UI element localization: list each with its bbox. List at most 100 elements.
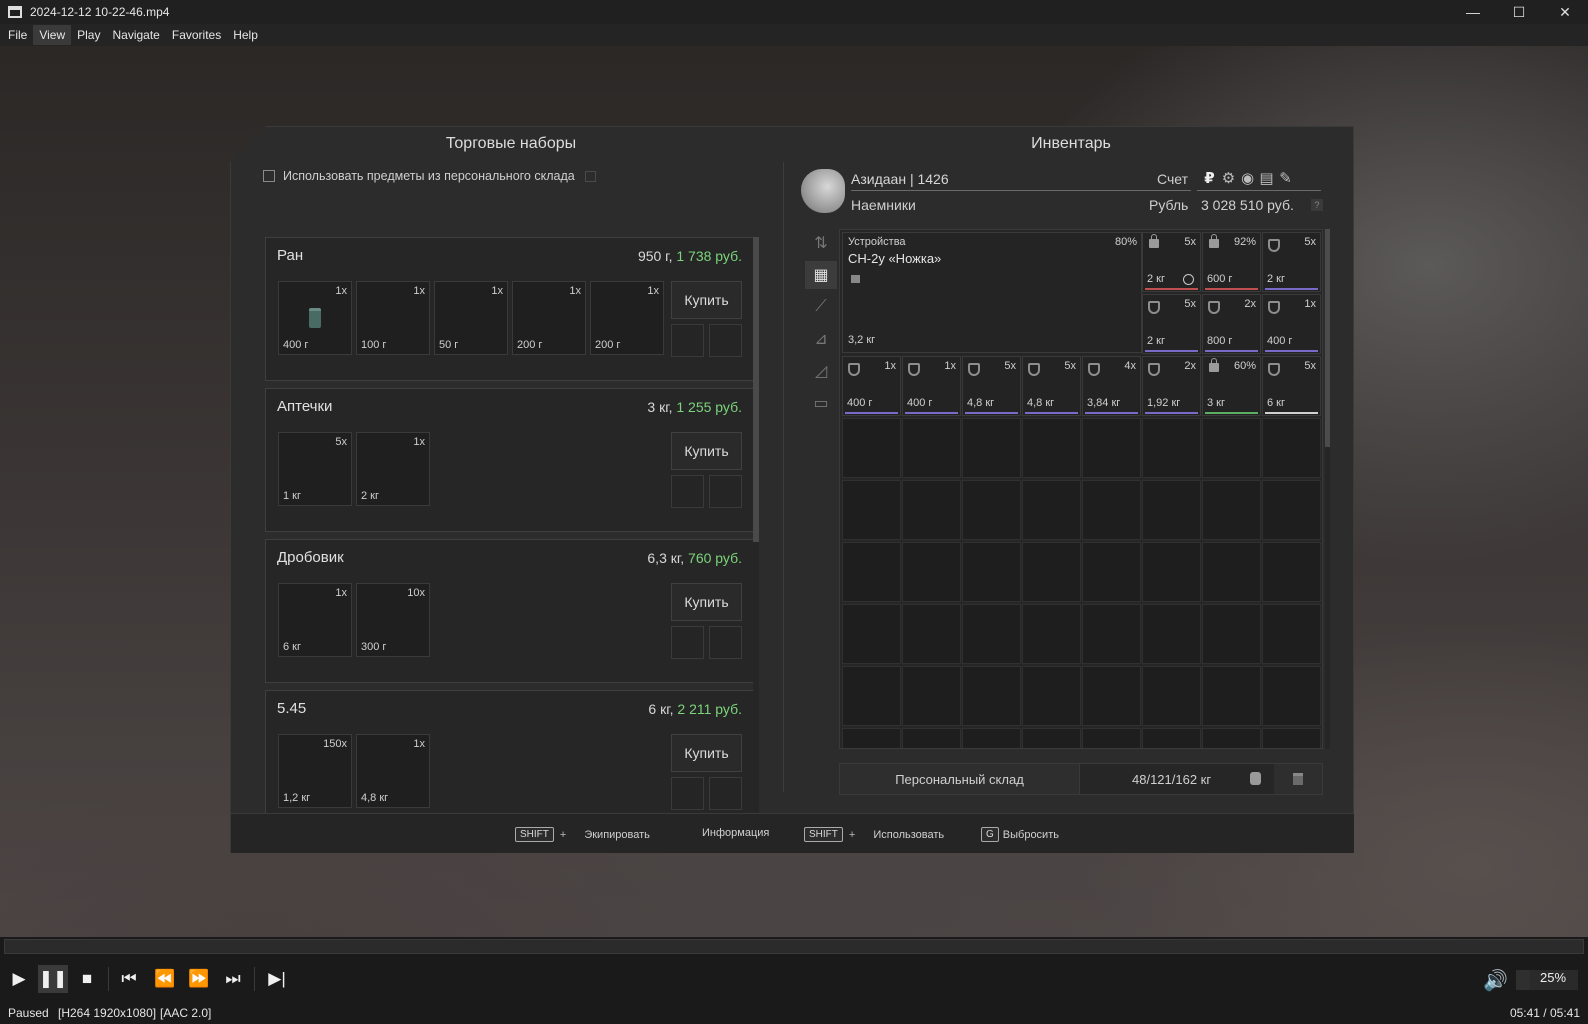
inventory-empty-cell[interactable] — [1142, 604, 1201, 664]
inventory-empty-cell[interactable] — [962, 728, 1021, 748]
ticket-currency-icon[interactable]: ▤ — [1258, 169, 1275, 187]
inventory-empty-cell[interactable] — [1262, 480, 1321, 540]
menu-file[interactable]: File — [2, 25, 33, 45]
kit-item-slot[interactable]: 1x 200 г — [590, 281, 664, 355]
inventory-empty-cell[interactable] — [962, 604, 1021, 664]
personal-stock-tab[interactable]: Персональный склад — [840, 764, 1080, 794]
inventory-empty-cell[interactable] — [1142, 542, 1201, 602]
grid-view-icon[interactable]: ▦ — [805, 261, 837, 289]
inventory-empty-cell[interactable] — [902, 542, 961, 602]
inventory-empty-cell[interactable] — [902, 418, 961, 478]
inventory-empty-cell[interactable] — [1022, 666, 1081, 726]
inventory-empty-cell[interactable] — [1022, 418, 1081, 478]
inventory-empty-cell[interactable] — [1202, 480, 1261, 540]
kit-item-slot[interactable]: 1x 6 кг — [278, 583, 352, 657]
extra-slot[interactable] — [709, 324, 742, 357]
inventory-item[interactable]: 5x 4,8 кг — [1022, 356, 1081, 416]
inventory-empty-cell[interactable] — [842, 666, 901, 726]
container-filter-icon[interactable]: ▭ — [805, 389, 837, 417]
extra-slot[interactable] — [671, 324, 704, 357]
kit-item-slot[interactable]: 1x 4,8 кг — [356, 734, 430, 808]
inventory-item[interactable]: 5x 4,8 кг — [962, 356, 1021, 416]
inventory-empty-cell[interactable] — [1142, 418, 1201, 478]
use-stock-checkbox[interactable] — [263, 170, 275, 182]
inventory-empty-cell[interactable] — [1262, 604, 1321, 664]
inventory-empty-cell[interactable] — [1022, 542, 1081, 602]
weapon-filter-icon[interactable]: ⟋ — [805, 293, 837, 321]
frame-step-button[interactable]: ▶| — [262, 965, 292, 993]
coin-currency-icon[interactable]: ◉ — [1239, 169, 1256, 187]
inventory-item[interactable]: 1x 400 г — [1262, 294, 1321, 354]
inventory-empty-cell[interactable] — [962, 480, 1021, 540]
buy-button[interactable]: Купить — [671, 432, 742, 470]
inventory-empty-cell[interactable] — [1262, 666, 1321, 726]
inventory-empty-cell[interactable] — [842, 604, 901, 664]
buy-button[interactable]: Купить — [671, 734, 742, 772]
inventory-item-device[interactable]: Устройства СН-2у «Ножка» 80% 3,2 кг — [842, 232, 1142, 353]
extra-slot[interactable] — [709, 475, 742, 508]
play-button[interactable]: ▶ — [4, 965, 34, 993]
inventory-item[interactable]: 1x 400 г — [902, 356, 961, 416]
inventory-scroll-thumb[interactable] — [1325, 229, 1330, 447]
extra-slot[interactable] — [709, 777, 742, 810]
menu-favorites[interactable]: Favorites — [166, 25, 227, 45]
menu-play[interactable]: Play — [71, 25, 106, 45]
previous-button[interactable]: ⏮ — [114, 965, 144, 993]
inventory-item[interactable]: 5x 2 кг — [1142, 294, 1201, 354]
close-button[interactable]: ✕ — [1542, 0, 1588, 24]
extra-slot[interactable] — [671, 626, 704, 659]
inventory-empty-cell[interactable] — [1202, 666, 1261, 726]
inventory-empty-cell[interactable] — [1262, 418, 1321, 478]
buy-button[interactable]: Купить — [671, 281, 742, 319]
sort-icon[interactable]: ⇅ — [805, 229, 837, 257]
inventory-item[interactable]: 92% 600 г — [1202, 232, 1261, 292]
inventory-empty-cell[interactable] — [962, 542, 1021, 602]
kit-item-slot[interactable]: 10x 300 г — [356, 583, 430, 657]
kit-item-slot[interactable]: 150x 1,2 кг — [278, 734, 352, 808]
inventory-item[interactable]: 2x 1,92 кг — [1142, 356, 1201, 416]
inventory-empty-cell[interactable] — [842, 480, 901, 540]
inventory-empty-cell[interactable] — [902, 666, 961, 726]
inventory-empty-cell[interactable] — [1082, 542, 1141, 602]
voucher-currency-icon[interactable]: ✎ — [1277, 169, 1294, 187]
ruble-icon[interactable]: ₽ — [1201, 169, 1218, 187]
inventory-item[interactable]: 5x 2 кг — [1142, 232, 1201, 292]
inventory-empty-cell[interactable] — [962, 418, 1021, 478]
seek-bar[interactable] — [0, 937, 1588, 957]
menu-view[interactable]: View — [33, 25, 72, 45]
extra-slot[interactable] — [671, 777, 704, 810]
inventory-empty-cell[interactable] — [842, 728, 901, 748]
inventory-item[interactable]: 4x 3,84 кг — [1082, 356, 1141, 416]
kits-scrollbar[interactable] — [753, 237, 759, 837]
next-button[interactable]: ⏭ — [218, 965, 248, 993]
inventory-empty-cell[interactable] — [1082, 728, 1141, 748]
extra-slot[interactable] — [709, 626, 742, 659]
help-icon[interactable]: ? — [1311, 199, 1323, 211]
use-stock-option[interactable]: Использовать предметы из персонального с… — [263, 169, 596, 183]
armor-filter-icon[interactable]: ◿ — [805, 357, 837, 385]
kit-item-slot[interactable]: 1x 2 кг — [356, 432, 430, 506]
stop-button[interactable]: ■ — [72, 965, 102, 993]
inventory-empty-cell[interactable] — [1082, 666, 1141, 726]
video-frame[interactable]: Торговые наборы Использовать предметы из… — [0, 46, 1588, 937]
inventory-empty-cell[interactable] — [842, 542, 901, 602]
ammo-filter-icon[interactable]: ⊿ — [805, 325, 837, 353]
menu-navigate[interactable]: Navigate — [106, 25, 165, 45]
inventory-empty-cell[interactable] — [902, 604, 961, 664]
kit-item-slot[interactable]: 1x 100 г — [356, 281, 430, 355]
inventory-empty-cell[interactable] — [902, 480, 961, 540]
inventory-empty-cell[interactable] — [1022, 604, 1081, 664]
kit-item-slot[interactable]: 1x 400 г — [278, 281, 352, 355]
inventory-empty-cell[interactable] — [1082, 418, 1141, 478]
trash-button[interactable] — [1274, 764, 1322, 794]
inventory-empty-cell[interactable] — [1022, 728, 1081, 748]
buy-button[interactable]: Купить — [671, 583, 742, 621]
inventory-empty-cell[interactable] — [1202, 728, 1261, 748]
inventory-empty-cell[interactable] — [902, 728, 961, 748]
inventory-empty-cell[interactable] — [1262, 728, 1321, 748]
kits-scroll-thumb[interactable] — [753, 237, 759, 542]
inventory-empty-cell[interactable] — [1082, 604, 1141, 664]
forward-button[interactable]: ⏩ — [184, 965, 214, 993]
rewind-button[interactable]: ⏪ — [150, 965, 180, 993]
inventory-empty-cell[interactable] — [1022, 480, 1081, 540]
